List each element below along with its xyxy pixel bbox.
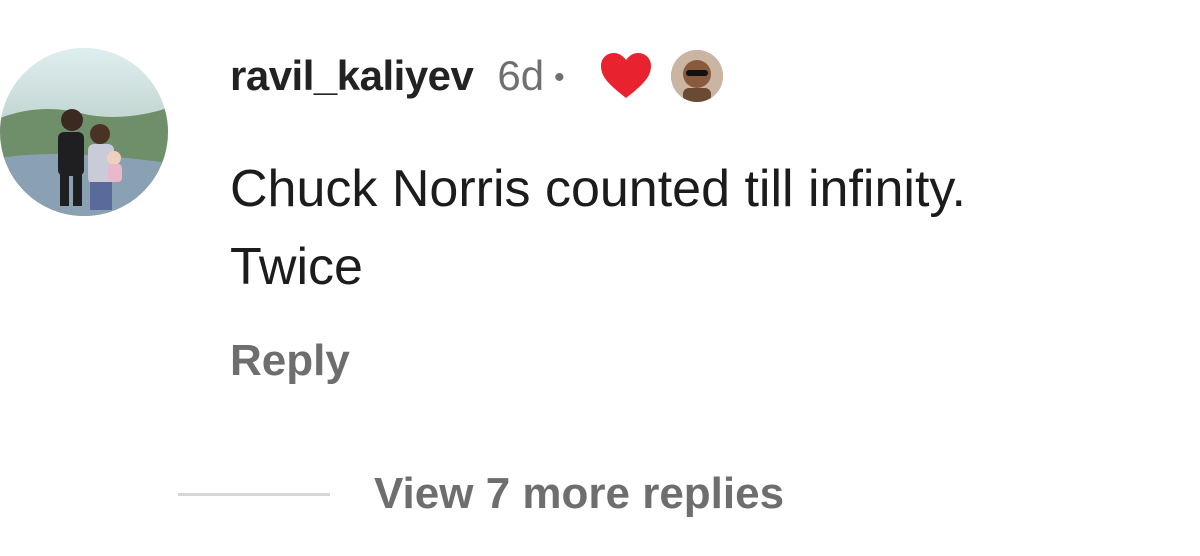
username[interactable]: ravil_kaliyev	[230, 52, 474, 100]
comment-item: ravil_kaliyev 6d • Chuck Norris counted …	[0, 0, 1200, 556]
user-avatar[interactable]	[0, 48, 168, 216]
comment-text-line: Chuck Norris counted till infinity.	[230, 160, 966, 218]
heart-icon[interactable]	[599, 52, 653, 100]
view-replies-row: View 7 more replies	[178, 462, 784, 526]
comment-text-line: Twice	[230, 238, 363, 296]
liker-avatar	[670, 50, 723, 102]
separator-dot: •	[554, 61, 565, 94]
comment-header: ravil_kaliyev 6d •	[230, 46, 723, 106]
replies-divider	[178, 492, 330, 496]
view-more-replies-button[interactable]: View 7 more replies	[374, 469, 784, 519]
timestamp: 6d	[497, 52, 545, 99]
reply-button[interactable]: Reply	[230, 336, 350, 386]
comment-text: Chuck Norris counted till infinity. Twic…	[230, 150, 1190, 306]
